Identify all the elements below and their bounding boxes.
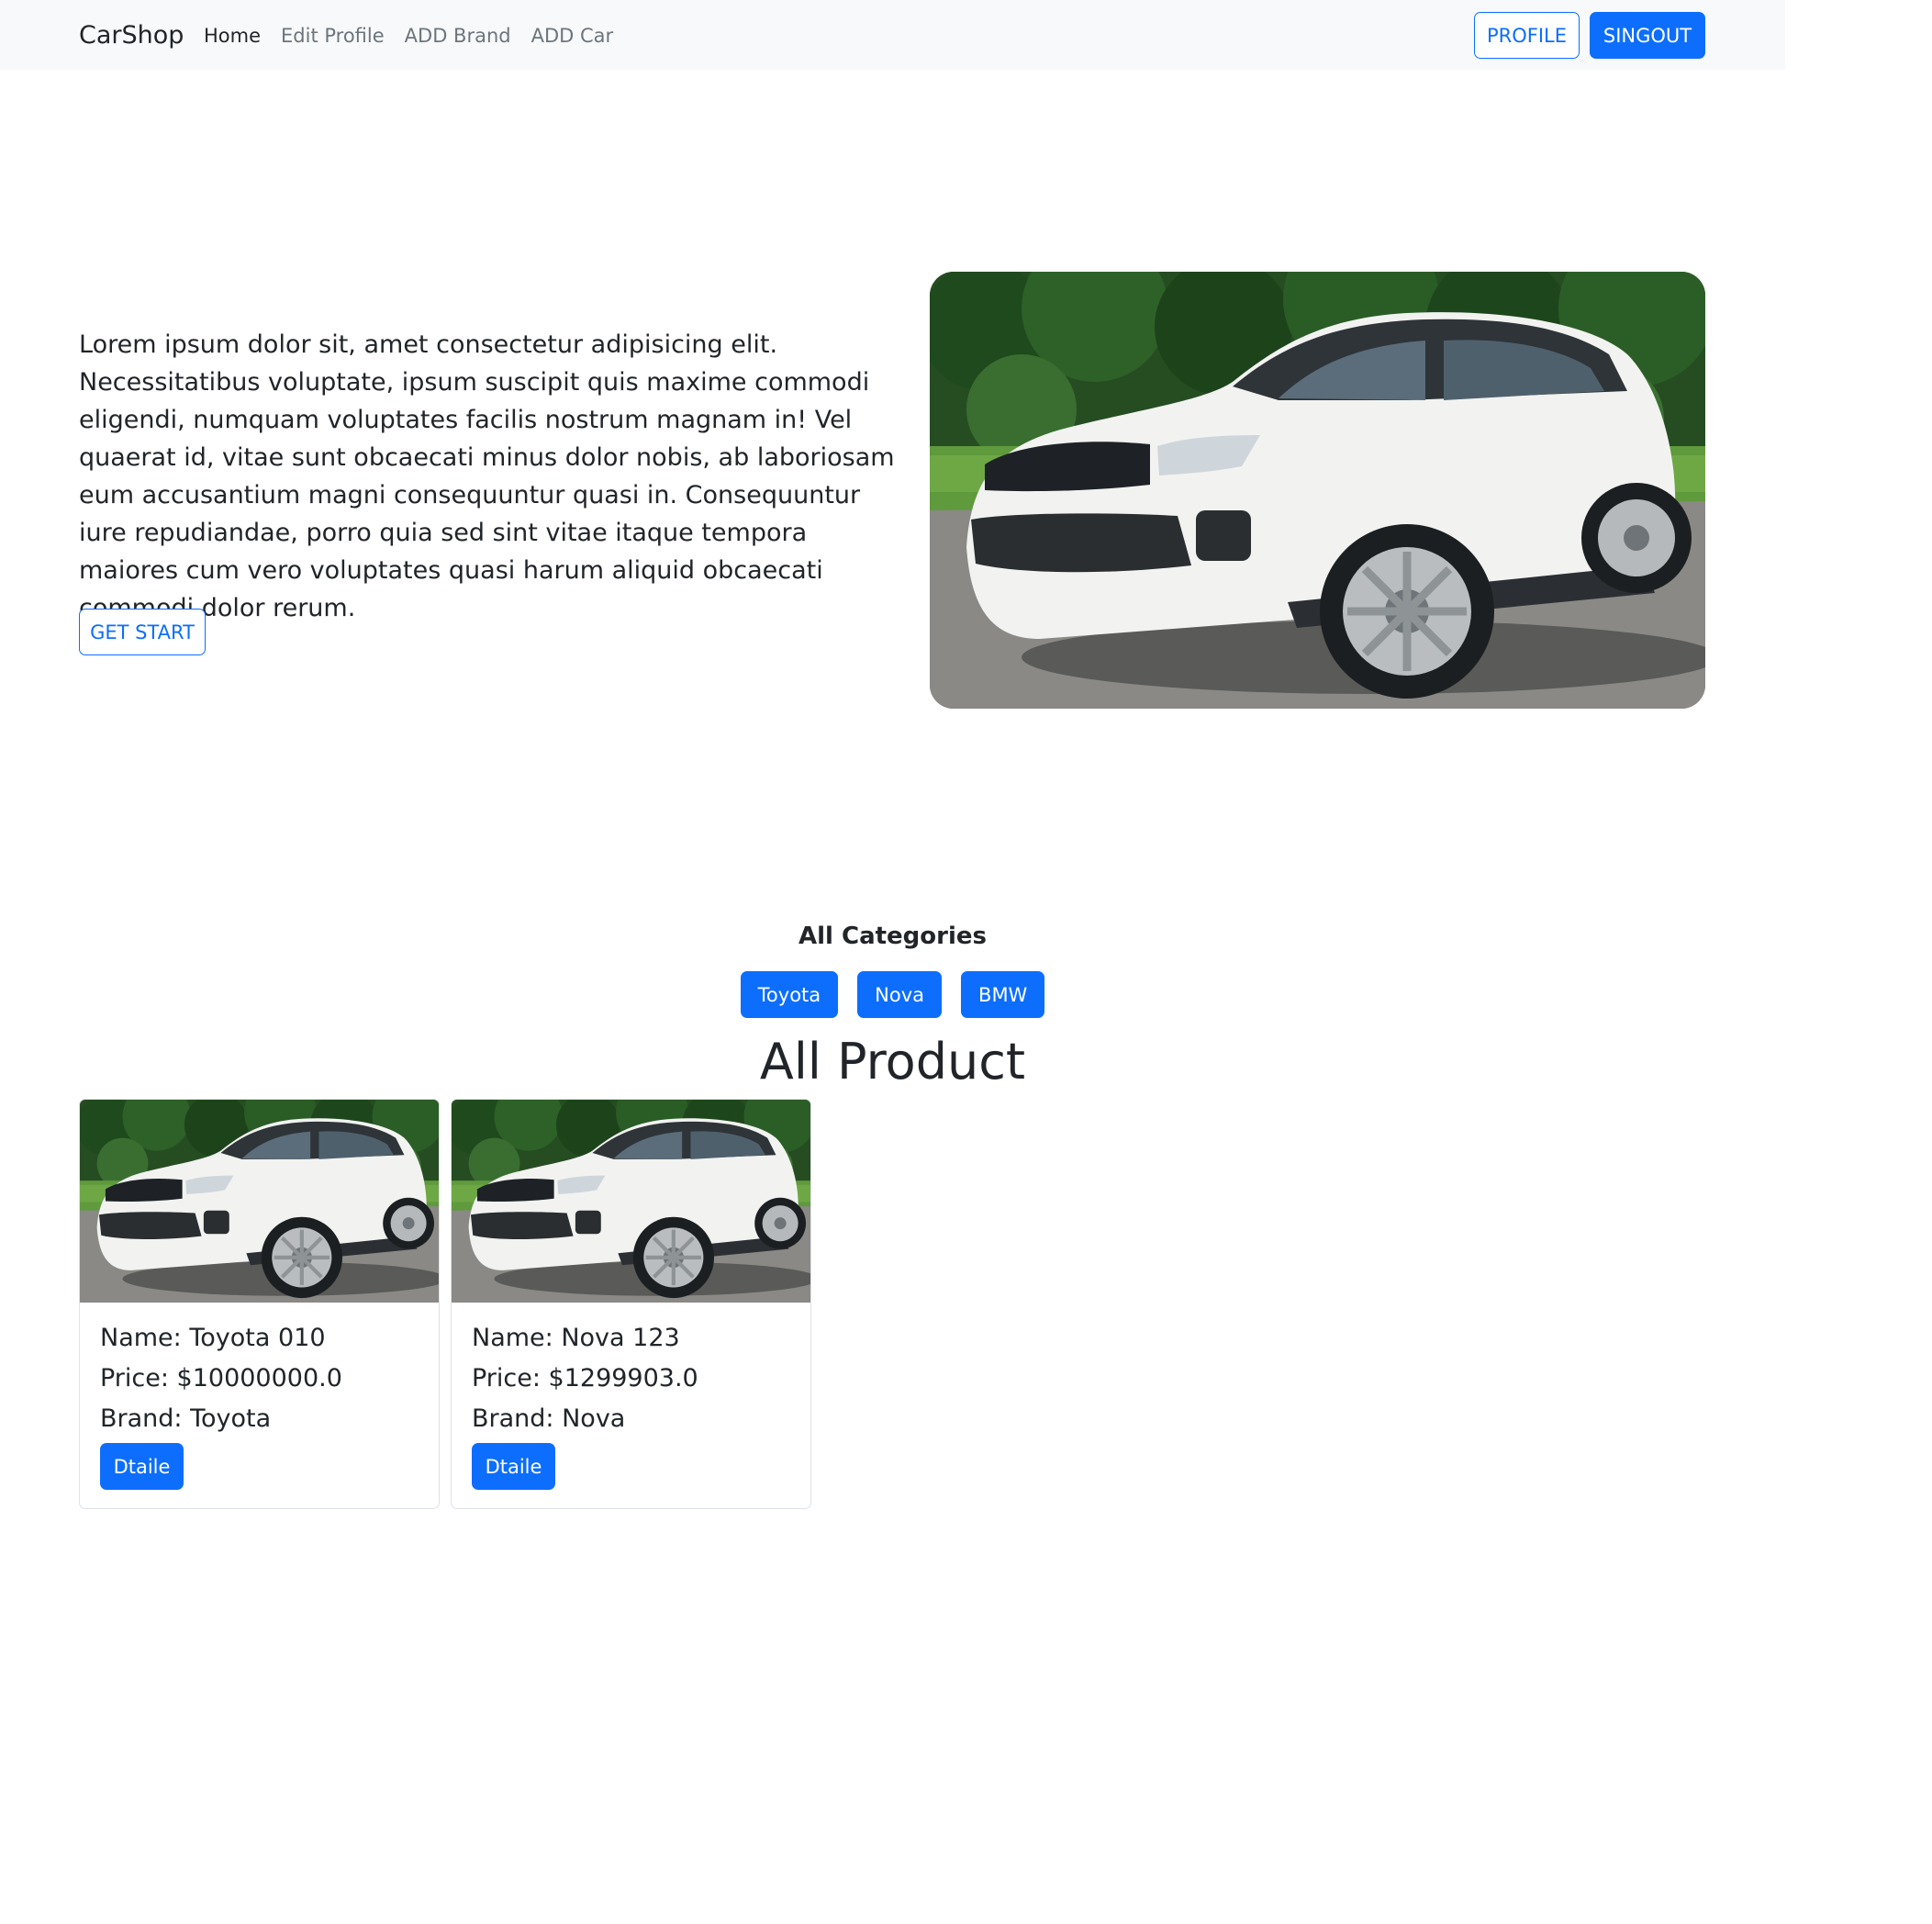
product-card-body: Name: Nova 123 Price: $1299903.0 Brand: …: [472, 1318, 796, 1490]
nav-link-add-brand[interactable]: ADD Brand: [405, 21, 511, 50]
navbar: CarShop Home Edit Profile ADD Brand ADD …: [0, 0, 1785, 70]
nav-link-edit-profile[interactable]: Edit Profile: [281, 21, 385, 50]
product-price: Price: $10000000.0: [100, 1364, 342, 1393]
profile-button[interactable]: PROFILE: [1474, 12, 1580, 59]
get-start-button[interactable]: GET START: [79, 609, 206, 655]
categories-title: All Categories: [798, 923, 987, 950]
nav-link-add-car[interactable]: ADD Car: [531, 21, 614, 50]
product-card: Name: Nova 123 Price: $1299903.0 Brand: …: [451, 1099, 811, 1509]
product-card: Name: Toyota 010 Price: $10000000.0 Bran…: [79, 1099, 440, 1509]
detail-button[interactable]: Dtaile: [472, 1443, 555, 1490]
product-name: Name: Nova 123: [472, 1324, 680, 1352]
product-car-image: [452, 1100, 810, 1303]
nav-links: Home Edit Profile ADD Brand ADD Car: [204, 21, 613, 50]
category-button-toyota[interactable]: Toyota: [740, 971, 839, 1018]
category-button-nova[interactable]: Nova: [857, 971, 943, 1018]
product-brand: Brand: Nova: [472, 1404, 626, 1433]
hero-car-image: [930, 272, 1705, 709]
detail-button[interactable]: Dtaile: [100, 1443, 184, 1490]
product-price: Price: $1299903.0: [472, 1364, 698, 1393]
signout-button[interactable]: SINGOUT: [1590, 12, 1705, 59]
categories-list: Toyota Nova BMW: [0, 971, 1785, 1018]
hero-text: Lorem ipsum dolor sit, amet consectetur …: [79, 330, 895, 622]
nav-link-home[interactable]: Home: [204, 21, 261, 50]
product-name: Name: Toyota 010: [100, 1324, 326, 1352]
brand-logo[interactable]: CarShop: [79, 19, 184, 52]
products-title: All Product: [759, 1033, 1026, 1091]
product-car-image: [80, 1100, 439, 1303]
category-button-bmw[interactable]: BMW: [961, 971, 1045, 1018]
product-brand: Brand: Toyota: [100, 1404, 272, 1433]
product-card-body: Name: Toyota 010 Price: $10000000.0 Bran…: [100, 1318, 424, 1490]
